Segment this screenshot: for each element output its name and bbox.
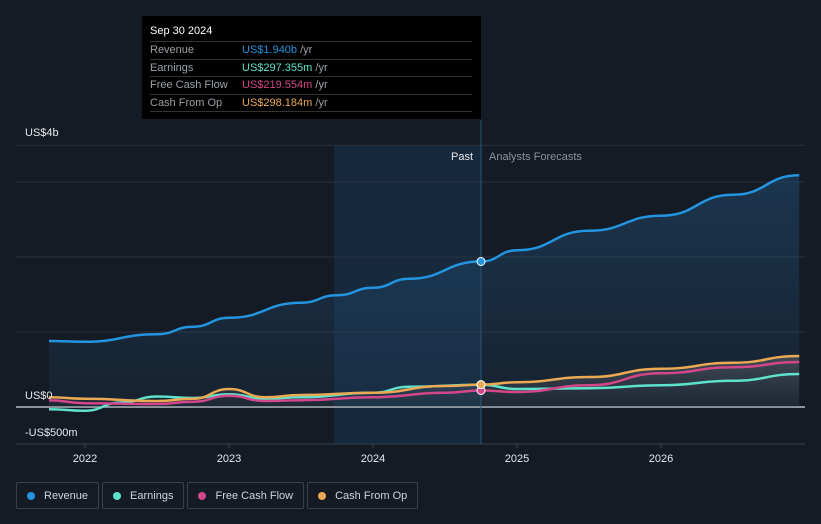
legend-item-cash-from-op[interactable]: Cash From Op	[307, 482, 419, 509]
tooltip-value-number: US$219.554m	[242, 79, 313, 91]
x-tick-label: 2026	[649, 453, 673, 465]
legend-dot-icon	[318, 491, 327, 500]
legend-label: Revenue	[44, 489, 89, 502]
legend-dot-icon	[113, 491, 122, 500]
tooltip-label: Free Cash Flow	[150, 79, 228, 91]
legend-label: Earnings	[130, 489, 174, 502]
tooltip-unit: /yr	[315, 79, 328, 91]
tooltip-divider	[150, 111, 472, 112]
legend-item-revenue[interactable]: Revenue	[16, 482, 100, 509]
tooltip-unit: /yr	[300, 44, 313, 56]
y-tick-label: -US$500m	[25, 427, 78, 439]
legend-label: Cash From Op	[335, 489, 408, 502]
marker-revenue	[476, 257, 486, 266]
tooltip-value-number: US$298.184m	[242, 96, 313, 109]
tooltip: Sep 30 2024 Revenue US$1.940b /yr Earnings…	[142, 16, 481, 119]
tooltip-row: Cash From Op US$298.184m /yr	[150, 93, 472, 112]
legend-dot-icon	[27, 491, 35, 500]
past-label: Past	[451, 151, 473, 163]
x-tick-label: 2025	[505, 453, 529, 465]
legend-item-earnings[interactable]: Earnings	[102, 482, 185, 509]
tooltip-value: US$219.554m /yr	[242, 77, 328, 94]
legend-item-free-cash-flow[interactable]: Free Cash Flow	[187, 482, 305, 509]
tooltip-unit: /yr	[315, 61, 328, 74]
tooltip-value: US$298.184m /yr	[242, 95, 328, 112]
chart-root: US$4b US$0 -US$500m 2022 2023 2024 2025 2026 Pas…	[0, 0, 821, 524]
tooltip-value-number: US$1.940b	[242, 44, 298, 56]
legend-label: Free Cash Flow	[215, 489, 294, 502]
marker-cash-from-op	[476, 380, 486, 390]
tooltip-value: US$297.355m /yr	[242, 60, 328, 77]
x-tick-label: 2024	[361, 453, 385, 465]
legend: Revenue Earnings Free Cash Flow Cash From O…	[16, 482, 419, 509]
tooltip-unit: /yr	[315, 96, 328, 109]
tooltip-label: Earnings	[150, 61, 194, 74]
legend-dot-icon	[198, 491, 207, 500]
tooltip-value-number: US$297.355m	[242, 61, 313, 74]
tooltip-label: Cash From Op	[150, 96, 223, 109]
tooltip-row: Free Cash Flow US$219.554m /yr	[150, 76, 472, 94]
tooltip-label: Revenue	[150, 44, 195, 56]
x-tick-label: 2022	[73, 453, 97, 465]
y-tick-label: US$4b	[25, 127, 59, 139]
forecast-label: Analysts Forecasts	[489, 151, 582, 163]
tooltip-row: Revenue US$1.940b /yr	[150, 41, 472, 59]
tooltip-row: Earnings US$297.355m /yr	[150, 58, 472, 77]
tooltip-date: Sep 30 2024	[150, 25, 213, 37]
x-tick-label: 2023	[217, 453, 241, 465]
tooltip-value: US$1.940b /yr	[242, 42, 312, 59]
y-tick-label: US$0	[25, 390, 53, 402]
